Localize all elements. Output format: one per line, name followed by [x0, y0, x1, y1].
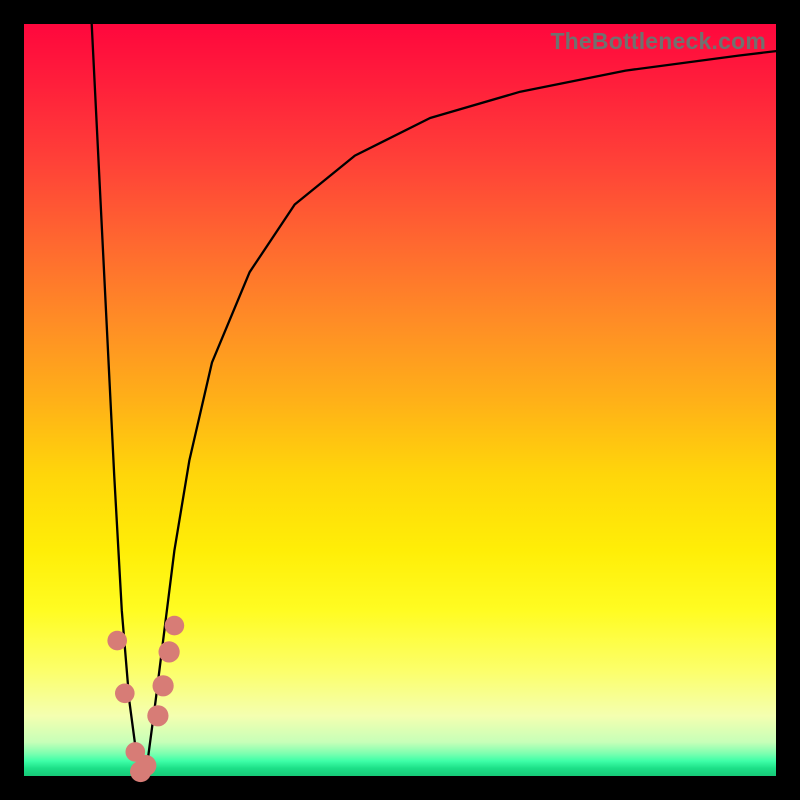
chart-frame: TheBottleneck.com — [0, 0, 800, 800]
plot-area: TheBottleneck.com — [24, 24, 776, 776]
data-marker — [153, 675, 174, 696]
data-marker — [159, 641, 180, 662]
data-marker — [107, 631, 127, 651]
curve-layer — [24, 24, 776, 776]
data-marker — [115, 684, 135, 704]
bottleneck-curve — [92, 24, 776, 776]
data-marker — [135, 755, 156, 776]
data-marker — [147, 705, 168, 726]
marker-group — [107, 616, 184, 782]
data-marker — [165, 616, 185, 636]
